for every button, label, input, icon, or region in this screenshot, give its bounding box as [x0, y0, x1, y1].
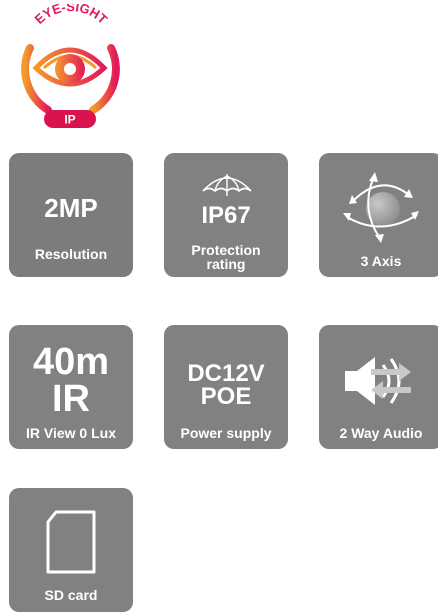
ir-value-line2: IR	[52, 378, 90, 420]
power-value-line2: POE	[200, 383, 252, 410]
protection-value: IP67	[201, 202, 251, 229]
logo-text: EYE-SIGHT	[32, 4, 111, 27]
protection-label-line2: rating	[206, 256, 246, 272]
feature-tile-power: DC12V POE Power supply	[164, 325, 288, 449]
feature-tile-audio: 2 Way Audio	[319, 325, 438, 449]
ir-label: IR View 0 Lux	[26, 425, 116, 441]
protection-label-line1: Protection	[191, 242, 261, 258]
feature-tile-resolution: 2MP Resolution	[9, 153, 133, 277]
feature-tile-axis: 3 Axis	[319, 153, 438, 277]
power-label: Power supply	[180, 425, 272, 441]
sdcard-label: SD card	[44, 587, 98, 603]
feature-tile-sdcard: SD card	[9, 488, 133, 612]
svg-text:EYE-SIGHT: EYE-SIGHT	[32, 4, 111, 27]
feature-tile-ir: 40m IR IR View 0 Lux	[9, 325, 133, 449]
resolution-label: Resolution	[34, 246, 108, 262]
feature-tile-protection: IP67 Protection rating	[164, 153, 288, 277]
umbrella-icon	[202, 174, 252, 196]
rotation-axis-icon	[343, 172, 419, 243]
eye-sight-ip-logo: EYE-SIGHT IP	[8, 4, 132, 130]
sd-card-icon	[46, 510, 96, 574]
resolution-value: 2MP	[44, 193, 98, 223]
audio-label: 2 Way Audio	[339, 425, 423, 441]
speaker-two-way-icon	[345, 357, 411, 405]
logo-badge: IP	[64, 113, 75, 127]
ir-value-line1: 40m	[32, 341, 110, 383]
axis-label: 3 Axis	[360, 253, 402, 269]
